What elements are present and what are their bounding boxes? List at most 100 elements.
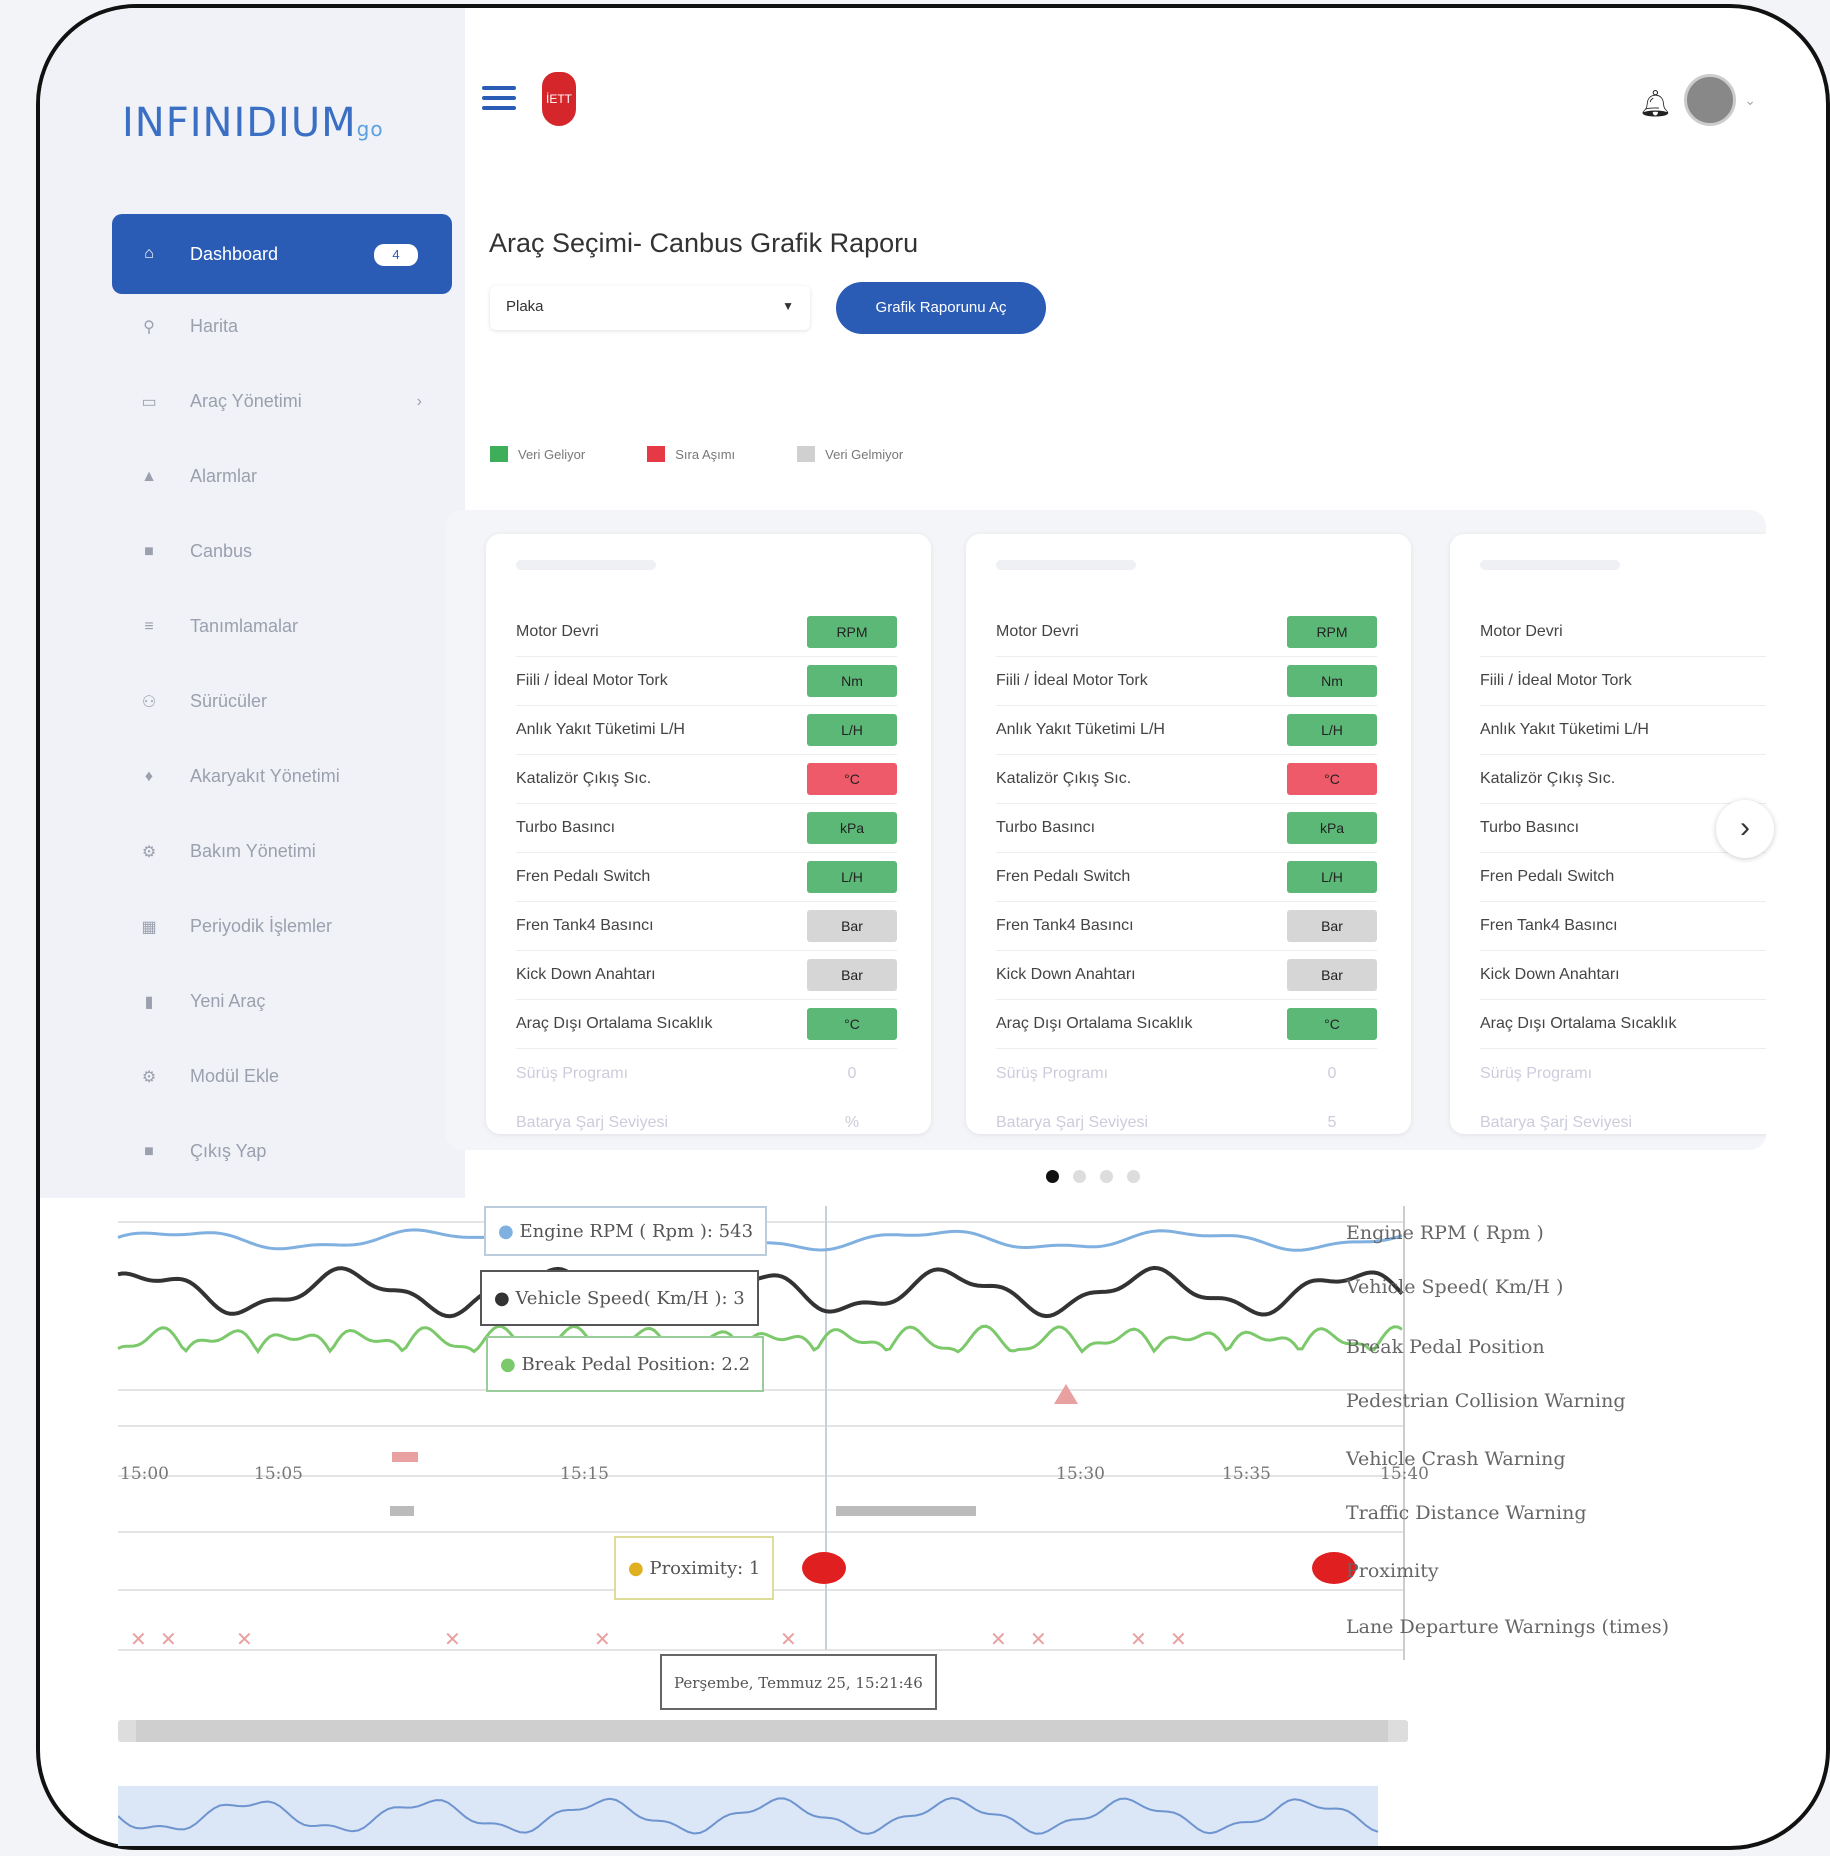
sensor-row-faded: Sürüş Programı [1480, 1049, 1766, 1098]
sensor-label: Fren Pedalı Switch [996, 868, 1131, 885]
sensor-row: Motor Devri RPM [516, 608, 897, 657]
open-chart-report-button[interactable]: Grafik Raporunu Aç [836, 282, 1046, 334]
page-title: Araç Seçimi- Canbus Grafik Raporu [489, 228, 919, 258]
carousel-dot[interactable] [1046, 1170, 1059, 1183]
sidebar-item-5[interactable]: ≡ Tanımlamalar [112, 589, 452, 664]
user-avatar[interactable] [1684, 74, 1736, 126]
series-label[interactable]: Proximity [1346, 1560, 1439, 1582]
series-label[interactable]: Vehicle Crash Warning [1346, 1448, 1566, 1470]
sidebar-item-label: Sürücüler [190, 691, 268, 711]
sensor-value: % [844, 1113, 860, 1131]
sensor-row: Fiili / İdeal Motor Tork Nm [516, 657, 897, 706]
sensor-row: Turbo Basıncı kPa [996, 804, 1377, 853]
x-axis-tick: 15:00 [120, 1464, 169, 1484]
brand-logo[interactable]: INFINIDIUMgo [122, 100, 384, 146]
sensor-row: Fren Pedalı Switch L/H [996, 853, 1377, 902]
sensor-row-faded: Batarya Şarj Seviyesi 5 [996, 1098, 1377, 1147]
notification-bell-icon[interactable]: 🔔︎ [1639, 88, 1672, 119]
sensor-row: Katalizör Çıkış Sıc. °C [996, 755, 1377, 804]
home-icon: ⌂ [144, 245, 154, 262]
series-label[interactable]: Break Pedal Position [1346, 1336, 1545, 1358]
card-caption [1480, 560, 1620, 570]
sensor-label: Kick Down Anahtarı [996, 966, 1136, 983]
sensor-status-chip: RPM [807, 616, 897, 648]
sensor-status-chip: L/H [807, 861, 897, 893]
x-axis-tick: 15:40 [1380, 1464, 1429, 1484]
x-axis-tick: 15:35 [1222, 1464, 1271, 1484]
carousel-next-chevron-right-icon[interactable]: › [1716, 800, 1774, 858]
series-label[interactable]: Engine RPM ( Rpm ) [1346, 1222, 1544, 1244]
sensor-label: Katalizör Çıkış Sıc. [516, 770, 652, 787]
sidebar-item-2[interactable]: ▭ Araç Yönetimi › [112, 364, 452, 439]
sensor-label: Batarya Şarj Seviyesi [1480, 1113, 1633, 1131]
sensor-label: Turbo Basıncı [516, 819, 616, 836]
sidebar-item-12[interactable]: ■ Çıkış Yap [112, 1114, 452, 1189]
series-label[interactable]: Vehicle Speed( Km/H ) [1346, 1276, 1563, 1298]
chevron-down-icon[interactable]: ⌄ [1744, 92, 1756, 109]
carousel-dot[interactable] [1100, 1170, 1113, 1183]
sensor-status-chip: °C [807, 763, 897, 795]
new-vehicle-icon: ▮ [144, 993, 154, 1011]
carousel-dot[interactable] [1127, 1170, 1140, 1183]
legend-swatch [797, 446, 816, 462]
drivers-icon: ⚇ [141, 693, 157, 711]
sidebar-item-label: Yeni Araç [190, 991, 266, 1011]
chart-horizontal-scrollbar[interactable] [118, 1720, 1408, 1742]
sensor-row: Fren Tank4 Basıncı [1480, 902, 1766, 951]
legend-item: Veri Gelmiyor [797, 446, 903, 462]
sensor-row: Fren Pedalı Switch [1480, 853, 1766, 902]
series-label[interactable]: Lane Departure Warnings (times) [1346, 1616, 1669, 1638]
tooltip-brake: ● Break Pedal Position: 2.2 [486, 1336, 765, 1392]
series-label[interactable]: Traffic Distance Warning [1346, 1502, 1587, 1524]
carousel-dot[interactable] [1073, 1170, 1086, 1183]
tooltip-timestamp: Perşembe, Temmuz 25, 15:21:46 [660, 1654, 937, 1710]
sensor-status-chip: L/H [1287, 861, 1377, 893]
navigator-range[interactable] [118, 1786, 1378, 1846]
sensor-value: 5 [1327, 1113, 1337, 1131]
sidebar-item-label: Dashboard [190, 243, 279, 264]
chevron-right-icon: › [416, 392, 422, 410]
sensor-label: Katalizör Çıkış Sıc. [1480, 770, 1616, 787]
tooltip-proximity: ● Proximity: 1 [614, 1536, 775, 1600]
sidebar-item-10[interactable]: ▮ Yeni Araç [112, 964, 452, 1039]
sensor-status-chip: Bar [807, 910, 897, 942]
sensor-label: Fren Tank4 Basıncı [1480, 917, 1618, 934]
sidebar-item-label: Araç Yönetimi [190, 391, 302, 411]
chart-navigator[interactable] [118, 1782, 1408, 1846]
sensor-row: Fren Tank4 Basıncı Bar [996, 902, 1377, 951]
sensor-label: Motor Devri [1480, 623, 1563, 640]
sidebar-item-8[interactable]: ⚙ Bakım Yönetimi [112, 814, 452, 889]
sensor-status-chip: °C [1287, 1008, 1377, 1040]
sensor-status-chip: L/H [807, 714, 897, 746]
sensor-label: Kick Down Anahtarı [516, 966, 656, 983]
hamburger-menu-icon[interactable] [482, 86, 516, 116]
sensor-status-chip: kPa [1287, 812, 1377, 844]
sidebar-item-11[interactable]: ⚙ Modül Ekle [112, 1039, 452, 1114]
sensor-row: Fiili / İdeal Motor Tork [1480, 657, 1766, 706]
sidebar-item-4[interactable]: ■ Canbus [112, 514, 452, 589]
sensor-label: Anlık Yakıt Tüketimi L/H [516, 721, 685, 738]
sidebar-item-9[interactable]: ▦ Periyodik İşlemler [112, 889, 452, 964]
scrollbar-thumb[interactable] [136, 1720, 1388, 1742]
tooltip-rpm: ● Engine RPM ( Rpm ): 543 [484, 1206, 768, 1256]
plate-select[interactable]: Plaka ▼ [490, 286, 810, 330]
sensor-label: Sürüş Programı [1480, 1064, 1593, 1082]
sensor-label: Fiili / İdeal Motor Tork [1480, 672, 1632, 689]
sensor-label: Sürüş Programı [996, 1064, 1109, 1082]
carousel-dots [1046, 1170, 1140, 1183]
sidebar: INFINIDIUMgo ⌂ Dashboard 4 ⚲ Harita ▭ Araç Yön… [40, 8, 465, 1198]
sidebar-item-3[interactable]: ▲ Alarmlar [112, 439, 452, 514]
sensor-status-chip: L/H [1287, 714, 1377, 746]
sidebar-item-1[interactable]: ⚲ Harita [112, 289, 452, 364]
series-label[interactable]: Pedestrian Collision Warning [1346, 1390, 1625, 1412]
map-pin-icon: ⚲ [143, 318, 155, 336]
sidebar-item-7[interactable]: ♦ Akaryakıt Yönetimi [112, 739, 452, 814]
sidebar-item-6[interactable]: ⚇ Sürücüler [112, 664, 452, 739]
sensor-status-chip: °C [1287, 763, 1377, 795]
sensor-status-chip: Nm [807, 665, 897, 697]
sensor-label: Batarya Şarj Seviyesi [996, 1113, 1149, 1131]
sidebar-item-0[interactable]: ⌂ Dashboard 4 [112, 214, 452, 294]
sensor-label: Fren Pedalı Switch [1480, 868, 1615, 885]
sidebar-nav: ⌂ Dashboard 4 ⚲ Harita ▭ Araç Yönetimi › ▲ Alarml… [112, 214, 452, 1189]
sensor-row: Fren Tank4 Basıncı Bar [516, 902, 897, 951]
